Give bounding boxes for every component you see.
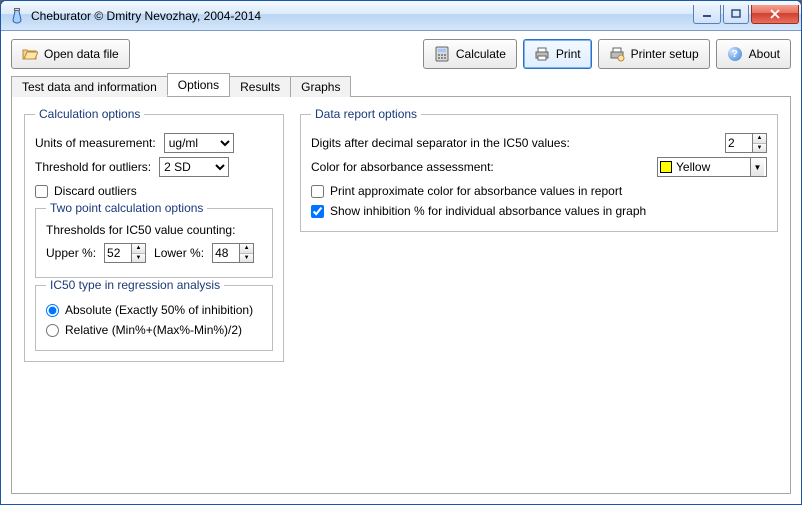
help-icon: ? bbox=[727, 46, 743, 62]
threshold-combo[interactable]: 2 SD bbox=[159, 157, 229, 177]
upper-pct-spin[interactable]: ▲▼ bbox=[104, 243, 146, 263]
discard-outliers-checkbox[interactable]: Discard outliers bbox=[35, 184, 137, 198]
data-report-options-group: Data report options Digits after decimal… bbox=[300, 107, 778, 232]
printer-setup-button[interactable]: Printer setup bbox=[598, 39, 710, 69]
tab-graphs[interactable]: Graphs bbox=[290, 76, 351, 97]
color-swatch bbox=[660, 161, 672, 173]
window-content: Open data file Calculate Print Printer s bbox=[1, 31, 801, 504]
folder-open-icon bbox=[22, 46, 38, 62]
printer-setup-label: Printer setup bbox=[631, 47, 699, 61]
options-pane: Calculation options Units of measurement… bbox=[11, 97, 791, 494]
print-approx-label: Print approximate color for absorbance v… bbox=[330, 184, 622, 198]
calculate-button[interactable]: Calculate bbox=[423, 39, 517, 69]
print-label: Print bbox=[556, 47, 581, 61]
titlebar: Cheburator © Dmitry Nevozhay, 2004-2014 bbox=[1, 1, 801, 31]
maximize-button[interactable] bbox=[723, 5, 749, 24]
data-report-options-legend: Data report options bbox=[311, 107, 421, 121]
upper-pct-input[interactable] bbox=[105, 244, 131, 262]
units-label: Units of measurement: bbox=[35, 136, 156, 150]
tab-results[interactable]: Results bbox=[229, 76, 291, 97]
color-name: Yellow bbox=[676, 160, 746, 174]
color-label: Color for absorbance assessment: bbox=[311, 160, 494, 174]
about-button[interactable]: ? About bbox=[716, 39, 791, 69]
chevron-down-icon[interactable]: ▼ bbox=[750, 158, 764, 176]
app-window: Cheburator © Dmitry Nevozhay, 2004-2014 … bbox=[0, 0, 802, 505]
lower-pct-label: Lower %: bbox=[154, 246, 204, 260]
ic50-absolute-radio[interactable]: Absolute (Exactly 50% of inhibition) bbox=[46, 303, 253, 317]
close-button[interactable] bbox=[751, 5, 799, 24]
show-inhibition-label: Show inhibition % for individual absorba… bbox=[330, 204, 646, 218]
window-buttons bbox=[693, 5, 799, 24]
threshold-label: Threshold for outliers: bbox=[35, 160, 151, 174]
tab-test-data[interactable]: Test data and information bbox=[11, 76, 168, 97]
ic50-absolute-input[interactable] bbox=[46, 304, 59, 317]
ic50-type-legend: IC50 type in regression analysis bbox=[46, 278, 224, 292]
tabstrip: Test data and information Options Result… bbox=[11, 75, 791, 97]
print-button[interactable]: Print bbox=[523, 39, 592, 69]
spin-down-icon[interactable]: ▼ bbox=[240, 254, 253, 263]
open-label: Open data file bbox=[44, 47, 119, 61]
spin-up-icon[interactable]: ▲ bbox=[132, 244, 145, 254]
about-label: About bbox=[749, 47, 780, 61]
toolbar: Open data file Calculate Print Printer s bbox=[1, 31, 801, 75]
print-approx-input[interactable] bbox=[311, 185, 324, 198]
printer-setup-icon bbox=[609, 46, 625, 62]
ic50-relative-input[interactable] bbox=[46, 324, 59, 337]
units-combo[interactable]: ug/ml bbox=[164, 133, 234, 153]
lower-pct-spin[interactable]: ▲▼ bbox=[212, 243, 254, 263]
calculation-options-legend: Calculation options bbox=[35, 107, 144, 121]
upper-pct-label: Upper %: bbox=[46, 246, 96, 260]
two-point-group: Two point calculation options Thresholds… bbox=[35, 201, 273, 278]
ic50-absolute-label: Absolute (Exactly 50% of inhibition) bbox=[65, 303, 253, 317]
show-inhibition-input[interactable] bbox=[311, 205, 324, 218]
lower-pct-input[interactable] bbox=[213, 244, 239, 262]
thresholds-ic50-label: Thresholds for IC50 value counting: bbox=[46, 223, 262, 237]
calculate-label: Calculate bbox=[456, 47, 506, 61]
minimize-button[interactable] bbox=[693, 5, 721, 24]
discard-outliers-label: Discard outliers bbox=[54, 184, 137, 198]
calculation-options-group: Calculation options Units of measurement… bbox=[24, 107, 284, 362]
window-title: Cheburator © Dmitry Nevozhay, 2004-2014 bbox=[31, 9, 693, 23]
open-data-file-button[interactable]: Open data file bbox=[11, 39, 130, 69]
print-approx-checkbox[interactable]: Print approximate color for absorbance v… bbox=[311, 184, 622, 198]
app-icon bbox=[9, 8, 25, 24]
ic50-relative-label: Relative (Min%+(Max%-Min%)/2) bbox=[65, 323, 242, 337]
two-point-legend: Two point calculation options bbox=[46, 201, 207, 215]
printer-icon bbox=[534, 46, 550, 62]
digits-spin[interactable]: ▲▼ bbox=[725, 133, 767, 153]
tab-options[interactable]: Options bbox=[167, 73, 230, 96]
discard-outliers-input[interactable] bbox=[35, 185, 48, 198]
show-inhibition-checkbox[interactable]: Show inhibition % for individual absorba… bbox=[311, 204, 646, 218]
spin-up-icon[interactable]: ▲ bbox=[753, 134, 766, 144]
digits-input[interactable] bbox=[726, 134, 752, 152]
color-combo[interactable]: Yellow ▼ bbox=[657, 157, 767, 177]
ic50-type-group: IC50 type in regression analysis Absolut… bbox=[35, 278, 273, 351]
spin-up-icon[interactable]: ▲ bbox=[240, 244, 253, 254]
digits-label: Digits after decimal separator in the IC… bbox=[311, 136, 570, 150]
spin-down-icon[interactable]: ▼ bbox=[753, 144, 766, 153]
ic50-relative-radio[interactable]: Relative (Min%+(Max%-Min%)/2) bbox=[46, 323, 242, 337]
spin-down-icon[interactable]: ▼ bbox=[132, 254, 145, 263]
calculator-icon bbox=[434, 46, 450, 62]
